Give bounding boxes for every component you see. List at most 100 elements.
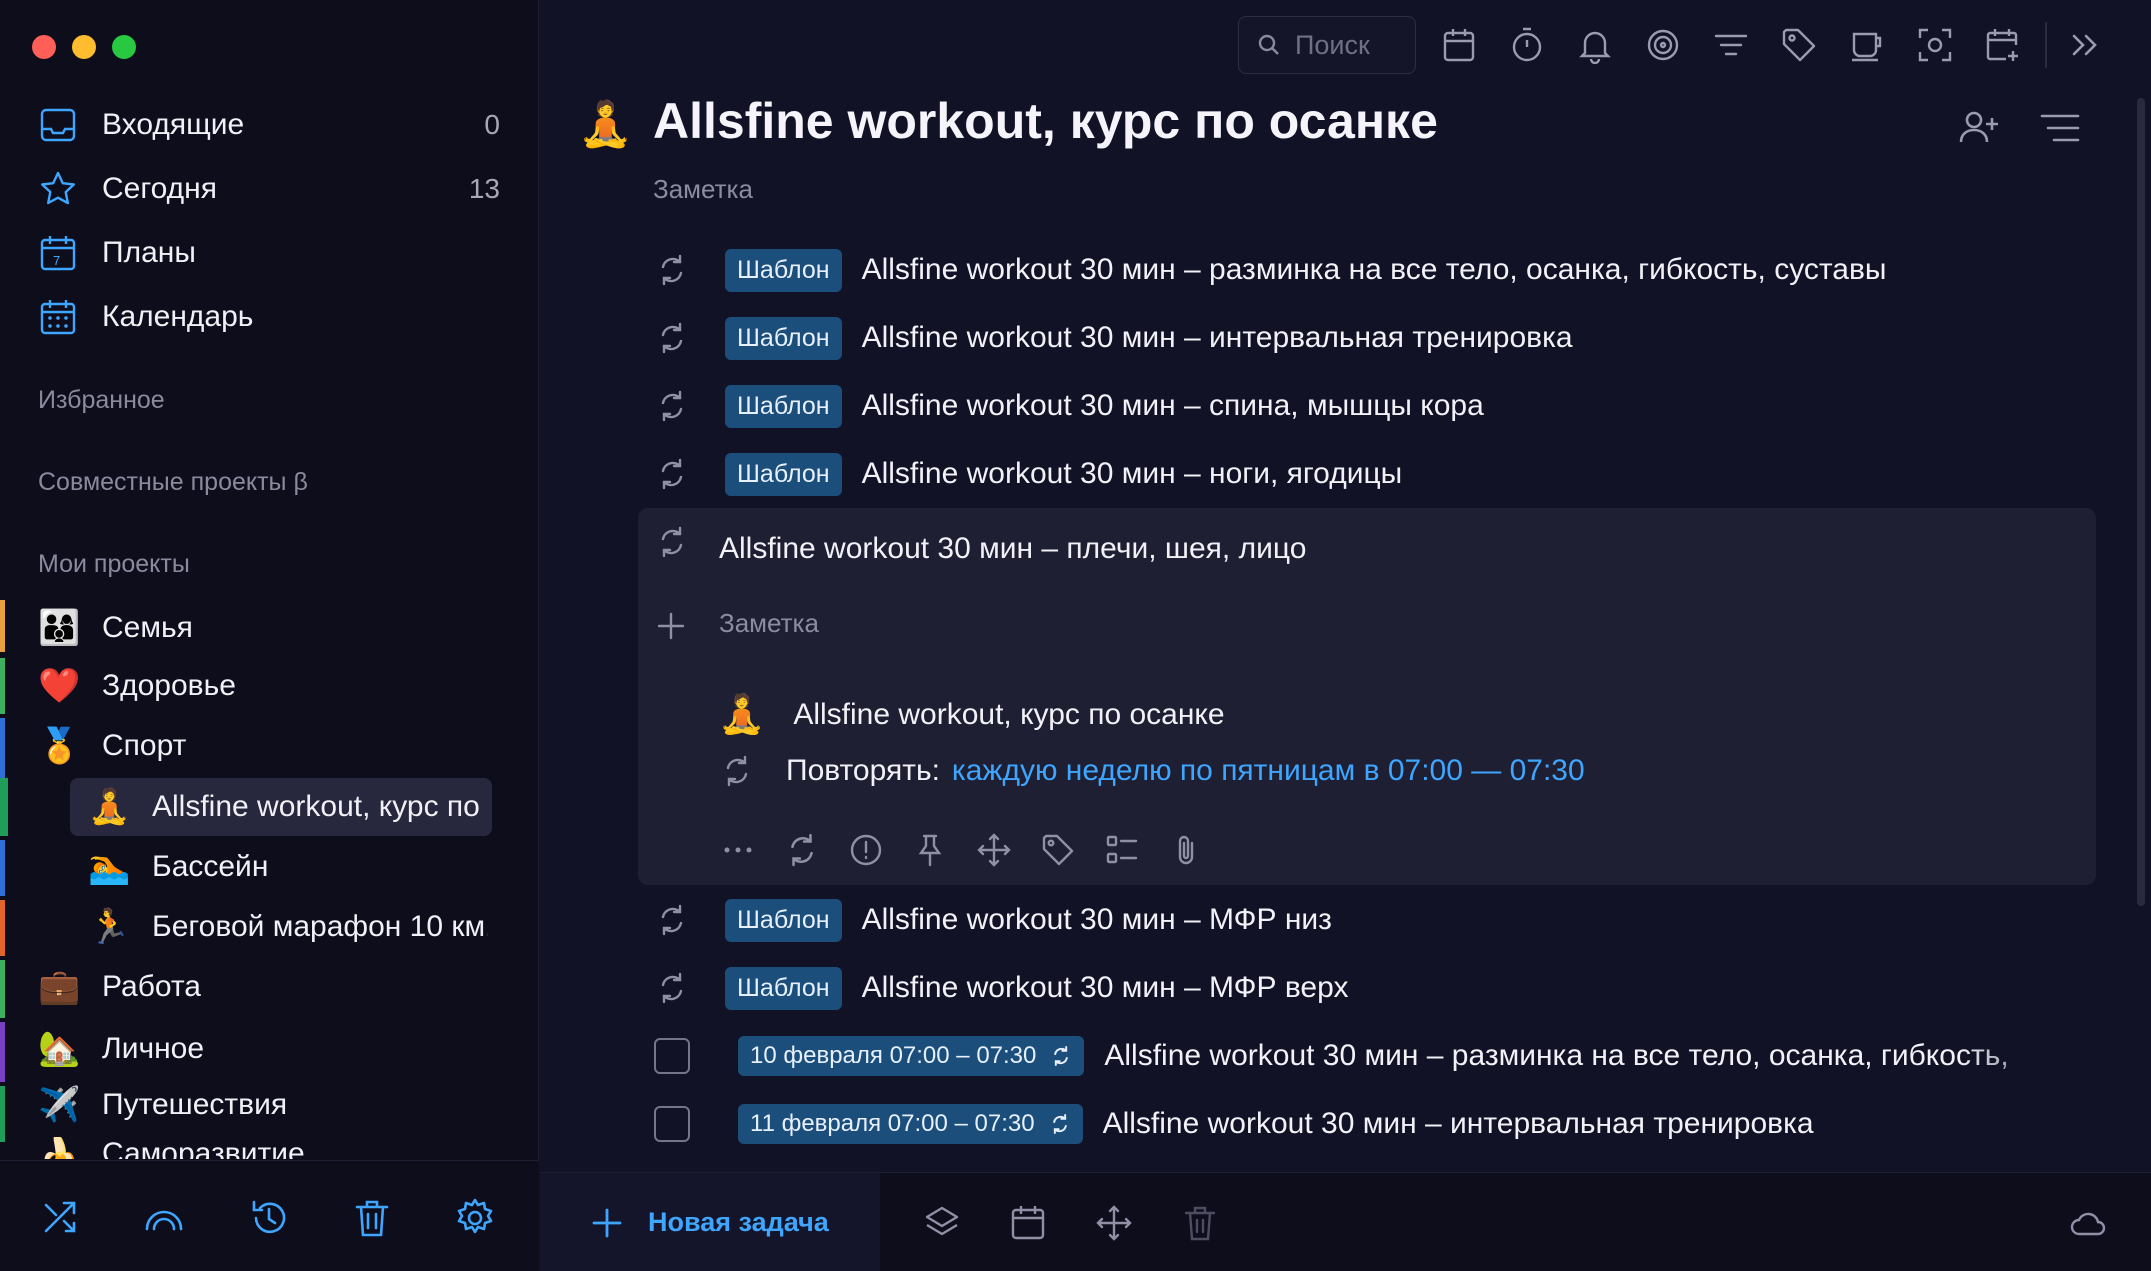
repeat-button[interactable]: [784, 832, 820, 868]
expanded-task-card[interactable]: Заметка 🧘 Allsfine workout, курс по осан…: [638, 508, 2096, 885]
project-sport[interactable]: 🏅 Спорт: [38, 718, 186, 774]
task-project-link[interactable]: 🧘 Allsfine workout, курс по осанке: [718, 693, 1225, 737]
checklist-button[interactable]: [1104, 832, 1140, 868]
task-row[interactable]: Шаблон Allsfine workout 30 мин – ноги, я…: [640, 445, 2100, 503]
toolbar-focus-button[interactable]: [1644, 26, 1682, 64]
scrollbar[interactable]: [2137, 98, 2145, 906]
project-color-bar: [0, 778, 8, 836]
more-button[interactable]: [720, 832, 756, 868]
task-title: Allsfine workout 30 мин – интервальная т…: [1102, 1107, 1814, 1140]
priority-button[interactable]: [848, 832, 884, 868]
toolbar-coffee-button[interactable]: [1848, 26, 1886, 64]
search-input[interactable]: [1295, 29, 1405, 61]
project-color-bar: [0, 1022, 5, 1082]
toolbar-calendar-button[interactable]: [1440, 26, 1478, 64]
project-color-bar: [0, 840, 5, 896]
project-pool[interactable]: 🏊 Бассейн: [88, 839, 268, 895]
pin-button[interactable]: [912, 832, 948, 868]
task-row[interactable]: Шаблон Allsfine workout 30 мин – МФР низ: [640, 891, 2100, 949]
project-label: Личное: [102, 1032, 205, 1065]
search-box[interactable]: [1238, 16, 1416, 74]
minimize-window-button[interactable]: [72, 35, 96, 59]
task-note-field[interactable]: Заметка: [719, 608, 819, 639]
schedule-button[interactable]: [1008, 1203, 1048, 1243]
project-personal[interactable]: 🏡 Личное: [38, 1021, 204, 1077]
bell-icon: [1579, 31, 1611, 65]
project-marathon[interactable]: 🏃 Беговой марафон 10 км,: [88, 899, 488, 955]
sync-button[interactable]: [2068, 1203, 2108, 1243]
template-badge: Шаблон: [725, 966, 842, 1010]
new-task-button[interactable]: Новая задача: [540, 1173, 880, 1271]
template-badge: Шаблон: [725, 316, 842, 360]
repeat-value-link[interactable]: каждую неделю по пятницам в 07:00 — 07:3…: [952, 754, 1585, 788]
project-note[interactable]: Заметка: [653, 174, 753, 205]
delete-button[interactable]: [1180, 1203, 1220, 1243]
nav-calendar[interactable]: Календарь: [38, 290, 500, 344]
date-badge[interactable]: 11 февраля 07:00 – 07:30: [738, 1104, 1083, 1144]
project-emoji-icon: 🧘: [578, 100, 633, 149]
toolbar-scan-button[interactable]: [1916, 26, 1954, 64]
tag-button[interactable]: [1040, 832, 1076, 868]
trash-button[interactable]: [351, 1197, 393, 1239]
task-title-input[interactable]: [719, 532, 1619, 566]
task-row[interactable]: Шаблон Allsfine workout 30 мин – интерва…: [640, 309, 2100, 367]
calendar-grid-icon: [40, 300, 76, 335]
nav-today[interactable]: Сегодня 13: [38, 162, 500, 216]
project-color-bar: [0, 718, 5, 778]
task-row[interactable]: Шаблон Allsfine workout 30 мин – спина, …: [640, 377, 2100, 435]
plus-icon[interactable]: [656, 611, 686, 641]
move-button[interactable]: [1094, 1203, 1134, 1243]
toolbar-tag-button[interactable]: [1780, 26, 1818, 64]
svg-text:7: 7: [53, 253, 60, 268]
shared-projects-section[interactable]: Совместные проекты β: [38, 468, 308, 497]
task-row[interactable]: Шаблон Allsfine workout 30 мин – МФР вер…: [640, 959, 2100, 1017]
scheduled-task-row[interactable]: 10 февраля 07:00 – 07:30 Allsfine workou…: [640, 1027, 2010, 1085]
favorites-section[interactable]: Избранное: [38, 386, 165, 415]
sidebar-footer: [0, 1160, 539, 1271]
nav-plans[interactable]: 7 Планы: [38, 226, 500, 280]
add-user-button[interactable]: [1956, 104, 2004, 152]
task-title: Allsfine workout 30 мин – ноги, ягодицы: [861, 457, 1403, 490]
project-family[interactable]: 👨‍👩‍👦 Семья: [38, 600, 193, 656]
repeat-icon: [655, 971, 689, 1005]
project-health[interactable]: ❤️ Здоровье: [38, 658, 236, 714]
project-work[interactable]: 💼 Работа: [38, 959, 201, 1015]
nav-calendar-label: Календарь: [102, 300, 254, 333]
nav-inbox[interactable]: Входящие 0: [38, 98, 500, 152]
close-window-button[interactable]: [32, 35, 56, 59]
task-checkbox[interactable]: [654, 1106, 690, 1142]
zoom-window-button[interactable]: [112, 35, 136, 59]
nav-today-label: Сегодня: [102, 172, 217, 205]
heart-icon: ❤️: [38, 667, 81, 705]
settings-button[interactable]: [454, 1197, 496, 1239]
page-title[interactable]: Allsfine workout, курс по осанке: [653, 92, 1438, 150]
toolbar-filter-button[interactable]: [1712, 26, 1750, 64]
expand-icon: [2072, 34, 2097, 56]
project-travel[interactable]: ✈️ Путешествия: [38, 1077, 287, 1133]
project-self-development[interactable]: 🍌 Саморазвитие: [38, 1137, 305, 1159]
scheduled-task-row[interactable]: 11 февраля 07:00 – 07:30 Allsfine workou…: [640, 1095, 2100, 1153]
history-button[interactable]: [248, 1197, 290, 1239]
task-checkbox[interactable]: [654, 1038, 690, 1074]
date-badge[interactable]: 10 февраля 07:00 – 07:30: [738, 1036, 1085, 1076]
project-allsfine[interactable]: 🧘 Allsfine workout, курс по: [88, 779, 483, 835]
toolbar-calendar-add-button[interactable]: [1984, 26, 2022, 64]
toolbar-timer-button[interactable]: [1508, 26, 1546, 64]
task-row[interactable]: Шаблон Allsfine workout 30 мин – разминк…: [640, 241, 2100, 299]
calendar-add-icon: [1986, 29, 2018, 61]
layers-button[interactable]: [922, 1203, 962, 1243]
yoga-icon: 🧘: [718, 694, 766, 736]
toolbar-expand-button[interactable]: [2066, 26, 2104, 64]
toolbar-bell-button[interactable]: [1576, 26, 1614, 65]
shuffle-button[interactable]: [40, 1197, 82, 1239]
calendar-day-icon: 7: [40, 236, 76, 271]
airplane-icon: ✈️: [38, 1086, 81, 1124]
attachment-icon: [1178, 835, 1194, 865]
attachment-button[interactable]: [1168, 832, 1204, 868]
star-icon: [41, 171, 75, 205]
rainbow-button[interactable]: [143, 1197, 185, 1239]
sort-button[interactable]: [2036, 104, 2084, 152]
template-badge: Шаблон: [725, 384, 842, 428]
my-projects-section[interactable]: Мои проекты: [38, 550, 190, 579]
move-button[interactable]: [976, 832, 1012, 868]
